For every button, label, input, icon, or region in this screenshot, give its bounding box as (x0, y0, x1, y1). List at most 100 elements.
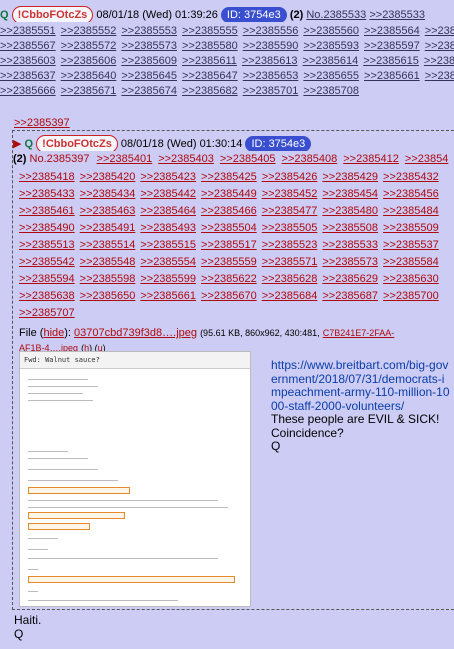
backlink[interactable]: >>2385 (425, 70, 454, 82)
backlink[interactable]: >>2385480 (322, 205, 378, 217)
backlink[interactable]: >>2385615 (363, 55, 419, 67)
backlink[interactable]: >>2385491 (80, 222, 136, 234)
backlink[interactable]: >>2385593 (303, 40, 359, 52)
backlink[interactable]: >>2385707 (19, 307, 75, 319)
quote-link[interactable]: >>2385397 (14, 117, 70, 129)
backlink[interactable]: >>2385684 (262, 290, 318, 302)
backlink[interactable]: >>2385515 (140, 239, 196, 251)
backlink[interactable]: >>2385599 (140, 273, 196, 285)
backlink[interactable]: >>2385606 (61, 55, 117, 67)
backlink[interactable]: >>2385555 (182, 25, 238, 37)
backlink[interactable]: >>2385464 (140, 205, 196, 217)
backlink[interactable]: >>2385 (424, 55, 454, 67)
backlink[interactable]: >>2385682 (182, 85, 238, 97)
backlink[interactable]: >>2385505 (262, 222, 318, 234)
backlink[interactable]: >>2385463 (80, 205, 136, 217)
backlink[interactable]: >>2385449 (201, 188, 257, 200)
backlink[interactable]: >>2385461 (19, 205, 75, 217)
hide-file-link[interactable]: hide (43, 327, 64, 339)
backlink[interactable]: >>2385542 (19, 256, 75, 268)
backlink[interactable]: >>2385571 (262, 256, 318, 268)
backlink[interactable]: >>2385432 (383, 171, 439, 183)
backlink[interactable]: >>2385590 (243, 40, 299, 52)
backlink[interactable]: >>2385674 (121, 85, 177, 97)
backlink[interactable]: >>2385645 (121, 70, 177, 82)
backlink[interactable]: >>2385477 (262, 205, 318, 217)
backlink[interactable]: >>2385425 (201, 171, 257, 183)
backlink[interactable]: >>2385609 (121, 55, 177, 67)
backlink[interactable]: >>2385628 (262, 273, 318, 285)
backlink[interactable]: >>2385426 (262, 171, 318, 183)
backlink[interactable]: >>2385653 (243, 70, 299, 82)
poster-id-badge[interactable]: ID: 3754e3 (220, 7, 287, 22)
backlink[interactable]: >>2385573 (322, 256, 378, 268)
backlink[interactable]: >>2385572 (61, 40, 117, 52)
backlink[interactable]: >>2385567 (0, 40, 56, 52)
backlink[interactable]: >>2385504 (201, 222, 257, 234)
expand-arrow-icon[interactable]: ▶ (13, 138, 21, 150)
backlink[interactable]: >>2385594 (19, 273, 75, 285)
email-screenshot-thumbnail[interactable]: Fwd: Walnut sauce? (19, 351, 251, 607)
backlink[interactable]: >>2385420 (80, 171, 136, 183)
backlink[interactable]: >>2385418 (19, 171, 75, 183)
backlink[interactable]: >>2385452 (262, 188, 318, 200)
backlink[interactable]: >>2385655 (303, 70, 359, 82)
backlink[interactable]: >>2385661 (364, 70, 420, 82)
backlink[interactable]: >>2385509 (383, 222, 439, 234)
backlink[interactable]: >>2385 (425, 40, 454, 52)
backlink[interactable]: >>2385670 (201, 290, 257, 302)
backlink[interactable]: >>2385405 (220, 153, 276, 165)
backlink[interactable]: >>2385564 (364, 25, 420, 37)
post-number-link[interactable]: No.2385397 (30, 153, 90, 165)
backlink[interactable]: >>2385559 (201, 256, 257, 268)
backlink[interactable]: >>2385614 (303, 55, 359, 67)
backlink[interactable]: >>2385700 (383, 290, 439, 302)
backlink[interactable]: >>2385554 (140, 256, 196, 268)
backlink[interactable]: >>2385622 (201, 273, 257, 285)
backlink[interactable]: >>2385408 (282, 153, 338, 165)
backlink[interactable]: >>2385553 (121, 25, 177, 37)
backlink[interactable]: >>2385629 (322, 273, 378, 285)
file-name-link[interactable]: 03707cbd739f3d8….jpeg (74, 327, 197, 339)
backlink[interactable]: >>2385637 (0, 70, 56, 82)
backlink[interactable]: >>2385523 (262, 239, 318, 251)
backlink[interactable]: >>2385490 (19, 222, 75, 234)
backlink[interactable]: >>2385584 (383, 256, 439, 268)
backlink[interactable]: >>2385551 (0, 25, 56, 37)
backlink[interactable]: >>2385423 (140, 171, 196, 183)
backlink[interactable]: >>2385603 (0, 55, 56, 67)
backlink[interactable]: >>2385671 (61, 85, 117, 97)
backlink[interactable]: >>2385552 (61, 25, 117, 37)
backlink[interactable]: >>2385613 (242, 55, 298, 67)
backlink[interactable]: >>2385433 (19, 188, 75, 200)
backlink[interactable]: >>2385508 (322, 222, 378, 234)
backlink[interactable]: >>2385533 (322, 239, 378, 251)
file-hash-link[interactable]: C7B241E7-2FAA- (323, 328, 395, 338)
backlink[interactable]: >>23854 (405, 153, 448, 165)
backlink[interactable]: >>2385640 (61, 70, 117, 82)
backlink[interactable]: >>2385533 (369, 9, 425, 21)
backlink[interactable]: >>2385493 (140, 222, 196, 234)
backlink[interactable]: >>2385454 (322, 188, 378, 200)
backlink[interactable]: >>2385708 (303, 85, 359, 97)
backlink[interactable]: >>2385442 (140, 188, 196, 200)
backlink[interactable]: >>2385630 (383, 273, 439, 285)
backlink[interactable]: >>2385517 (201, 239, 257, 251)
backlink[interactable]: >>2385597 (364, 40, 420, 52)
backlink[interactable]: >>2385650 (80, 290, 136, 302)
backlink[interactable]: >>2385611 (182, 55, 237, 67)
backlink[interactable]: >>2385456 (383, 188, 439, 200)
backlink[interactable]: >>2385573 (121, 40, 177, 52)
backlink[interactable]: >>2385598 (80, 273, 136, 285)
backlink[interactable]: >>2385 (425, 25, 454, 37)
backlink[interactable]: >>2385556 (243, 25, 299, 37)
backlink[interactable]: >>2385560 (303, 25, 359, 37)
backlink[interactable]: >>2385666 (0, 85, 56, 97)
backlink[interactable]: >>2385701 (243, 85, 299, 97)
backlink[interactable]: >>2385403 (158, 153, 214, 165)
tripcode-badge[interactable]: !CbboFOtcZs (36, 135, 118, 151)
article-link[interactable]: https://www.breitbart.com/big-government… (271, 358, 450, 413)
tripcode-badge[interactable]: !CbboFOtcZs (11, 6, 94, 22)
backlink[interactable]: >>2385661 (140, 290, 196, 302)
backlink[interactable]: >>2385429 (322, 171, 378, 183)
